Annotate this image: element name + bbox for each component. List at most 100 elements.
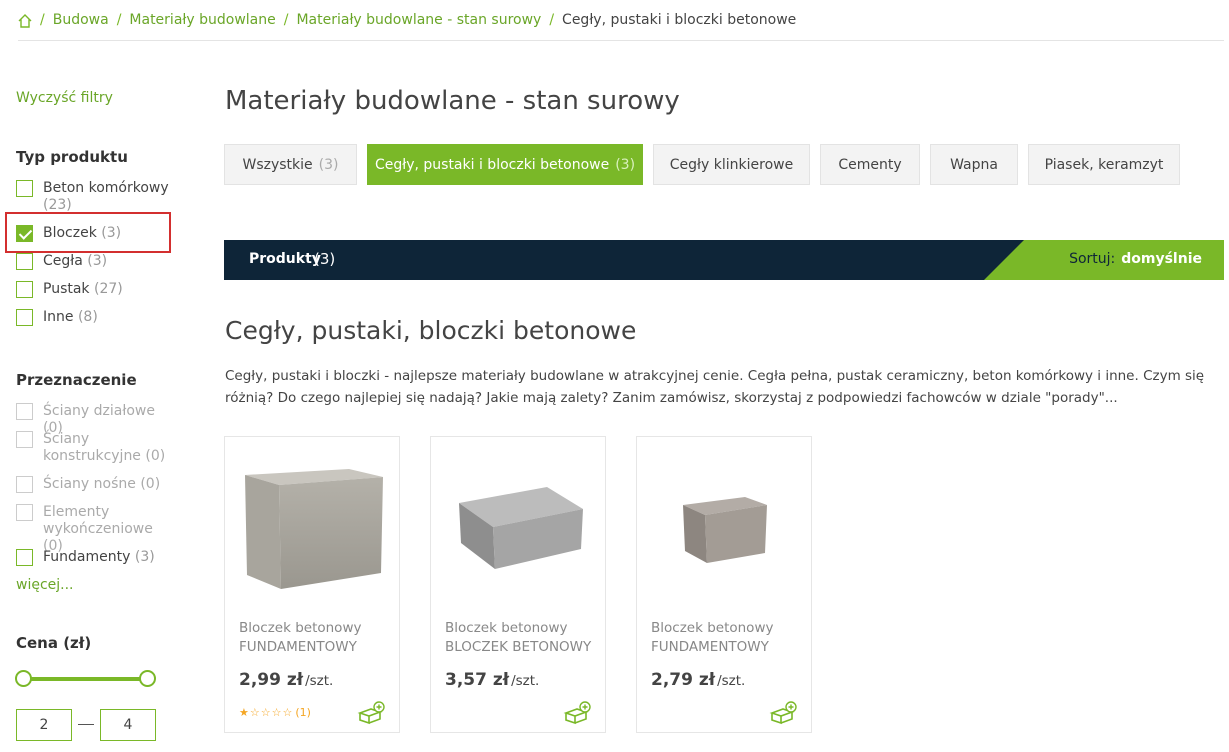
filter-elementy-wykonczeniowe: Elementy wykończeniowe (0) xyxy=(16,504,173,555)
tab-label: Cementy xyxy=(838,156,902,173)
checkbox[interactable] xyxy=(16,253,33,270)
price-slider-track[interactable] xyxy=(23,677,147,681)
checkbox[interactable] xyxy=(16,180,33,197)
sort-label: Sortuj: xyxy=(1069,251,1116,267)
tab-cegly-pustaki-bloczki[interactable]: Cegły, pustaki i bloczki betonowe (3) xyxy=(367,144,643,185)
price-range-dash xyxy=(78,724,94,725)
product-card[interactable]: Bloczek betonowy FUNDAMENTOWY 2,79 zł/sz… xyxy=(636,436,812,733)
clear-filters-link[interactable]: Wyczyść filtry xyxy=(16,90,113,106)
filter-label: Beton komórkowy xyxy=(43,180,169,196)
tab-piasek-keramzyt[interactable]: Piasek, keramzyt xyxy=(1028,144,1180,185)
home-icon[interactable] xyxy=(18,14,32,28)
tab-wszystkie[interactable]: Wszystkie (3) xyxy=(224,144,357,185)
tab-wapna[interactable]: Wapna xyxy=(930,144,1018,185)
breadcrumb-separator: / xyxy=(40,12,45,28)
filter-label: Ściany działowe xyxy=(43,403,155,419)
filter-beton-komorkowy[interactable]: Beton komórkowy (23) xyxy=(16,180,173,214)
price-slider-max-handle[interactable] xyxy=(139,670,156,687)
tab-label: Piasek, keramzyt xyxy=(1044,156,1164,173)
breadcrumb-separator: / xyxy=(549,12,555,28)
breadcrumb: / Budowa / Materiały budowlane / Materia… xyxy=(18,12,1224,41)
tab-label: Cegły klinkierowe xyxy=(669,156,794,173)
filter-label: Cegła xyxy=(43,253,83,269)
sort-dropdown[interactable]: Sortuj: domyślnie xyxy=(1069,251,1202,267)
breadcrumb-item-materialy[interactable]: Materiały budowlane xyxy=(129,12,275,28)
tab-count: (3) xyxy=(318,156,339,173)
filter-cegla[interactable]: Cegła (3) xyxy=(16,253,173,270)
tab-count: (3) xyxy=(615,156,636,173)
filter-count: (8) xyxy=(77,309,98,325)
tab-label: Wapna xyxy=(950,156,998,173)
product-image[interactable] xyxy=(237,457,387,597)
filter-label: Elementy wykończeniowe xyxy=(43,504,153,537)
product-name[interactable]: Bloczek betonowy xyxy=(445,620,567,636)
price-max-input[interactable]: 4 xyxy=(100,709,156,741)
product-price: 3,57 zł/szt. xyxy=(445,670,540,690)
purpose-title: Przeznaczenie xyxy=(16,371,137,389)
add-to-cart-icon[interactable] xyxy=(357,701,385,725)
product-price: 2,99 zł/szt. xyxy=(239,670,334,690)
filter-sciany-konstrukcyjne: Ściany konstrukcyjne (0) xyxy=(16,431,173,465)
checkbox-disabled xyxy=(16,431,33,448)
product-name[interactable]: Bloczek betonowy xyxy=(651,620,773,636)
filter-label: Pustak xyxy=(43,281,90,297)
breadcrumb-current: Cegły, pustaki i bloczki betonowe xyxy=(562,12,797,28)
filter-label: Inne xyxy=(43,309,74,325)
checkbox-disabled xyxy=(16,403,33,420)
filter-count: (27) xyxy=(94,281,123,297)
category-title: Cegły, pustaki, bloczki betonowe xyxy=(225,316,637,345)
checkbox-disabled xyxy=(16,476,33,493)
price-title: Cena (zł) xyxy=(16,634,92,652)
checkbox[interactable] xyxy=(16,281,33,298)
product-image[interactable] xyxy=(443,457,593,597)
show-more-link[interactable]: więcej... xyxy=(16,577,74,593)
product-name[interactable]: Bloczek betonowy xyxy=(239,620,361,636)
price-min-input[interactable]: 2 xyxy=(16,709,72,741)
product-card[interactable]: Bloczek betonowy FUNDAMENTOWY 2,99 zł/sz… xyxy=(224,436,400,733)
rating-count: (1) xyxy=(295,706,311,719)
tab-cementy[interactable]: Cementy xyxy=(820,144,920,185)
products-bar: Produkty (3) Sortuj: domyślnie xyxy=(224,240,1224,280)
page-title: Materiały budowlane - stan surowy xyxy=(225,86,680,116)
filter-label: Fundamenty xyxy=(43,549,131,565)
product-subname[interactable]: FUNDAMENTOWY xyxy=(239,639,357,655)
breadcrumb-item-stan-surowy[interactable]: Materiały budowlane - stan surowy xyxy=(296,12,541,28)
product-subname[interactable]: BLOCZEK BETONOWY xyxy=(445,639,591,655)
filter-label: Ściany konstrukcyjne xyxy=(43,431,141,464)
sort-value[interactable]: domyślnie xyxy=(1121,251,1202,267)
price-slider-min-handle[interactable] xyxy=(15,670,32,687)
star-filled-icon: ★ xyxy=(239,706,250,719)
tab-label: Cegły, pustaki i bloczki betonowe xyxy=(374,156,610,173)
filter-pustak[interactable]: Pustak (27) xyxy=(16,281,173,298)
filter-label: Ściany nośne xyxy=(43,476,136,492)
product-subname[interactable]: FUNDAMENTOWY xyxy=(651,639,769,655)
products-count: (3) xyxy=(314,250,336,268)
tab-label: Wszystkie xyxy=(242,156,313,173)
breadcrumb-separator: / xyxy=(283,12,289,28)
product-image[interactable] xyxy=(649,457,799,597)
category-description: Cegły, pustaki i bloczki - najlepsze mat… xyxy=(225,368,1205,406)
filter-count: (3) xyxy=(134,549,155,565)
filter-sciany-nosne: Ściany nośne (0) xyxy=(16,476,173,493)
checkbox[interactable] xyxy=(16,309,33,326)
filter-count: (0) xyxy=(145,448,166,464)
product-card[interactable]: Bloczek betonowy BLOCZEK BETONOWY 3,57 z… xyxy=(430,436,606,733)
product-price: 2,79 zł/szt. xyxy=(651,670,746,690)
product-rating[interactable]: ★☆☆☆☆ (1) xyxy=(239,706,311,719)
filter-count: (23) xyxy=(43,197,72,213)
filter-fundamenty[interactable]: Fundamenty (3) xyxy=(16,549,173,566)
star-empty-icon: ☆☆☆☆ xyxy=(249,706,294,719)
products-label: Produkty xyxy=(249,251,321,267)
filter-inne[interactable]: Inne (8) xyxy=(16,309,173,326)
checkbox-disabled xyxy=(16,504,33,521)
product-type-title: Typ produktu xyxy=(16,148,128,166)
breadcrumb-separator: / xyxy=(116,12,122,28)
tab-cegly-klinkierowe[interactable]: Cegły klinkierowe xyxy=(653,144,810,185)
filter-count: (3) xyxy=(87,253,108,269)
filter-count: (0) xyxy=(140,476,161,492)
selected-filter-highlight xyxy=(5,212,171,253)
checkbox[interactable] xyxy=(16,549,33,566)
add-to-cart-icon[interactable] xyxy=(769,701,797,725)
breadcrumb-item-budowa[interactable]: Budowa xyxy=(53,12,109,28)
add-to-cart-icon[interactable] xyxy=(563,701,591,725)
